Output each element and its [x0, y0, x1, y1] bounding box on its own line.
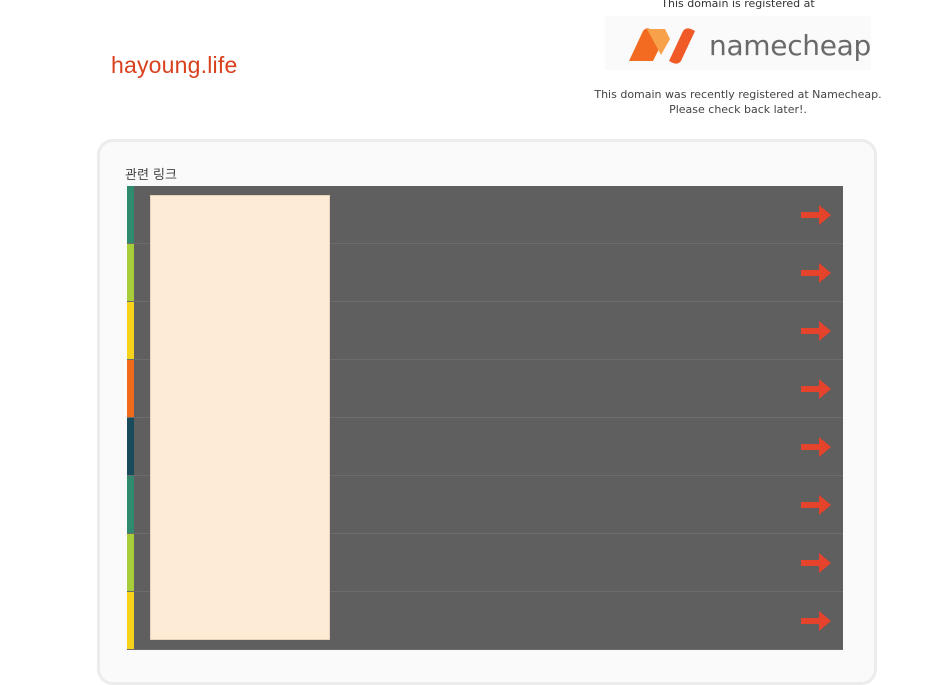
arrow-right-icon[interactable]	[799, 317, 833, 349]
link-color-stripe	[127, 418, 134, 475]
site-domain-title[interactable]: hayoung.life	[111, 52, 237, 79]
arrow-right-icon[interactable]	[799, 491, 833, 523]
link-color-stripe	[127, 476, 134, 533]
arrow-right-icon[interactable]	[799, 201, 833, 233]
related-links-panel: 관련 링크	[97, 139, 877, 685]
namecheap-n-logo-icon	[629, 28, 695, 64]
arrow-right-icon[interactable]	[799, 259, 833, 291]
link-color-stripe	[127, 302, 134, 359]
arrow-right-icon[interactable]	[799, 607, 833, 639]
namecheap-logo[interactable]: namecheap	[605, 16, 871, 70]
registrar-note: This domain was recently registered at N…	[594, 88, 882, 116]
link-color-stripe	[127, 592, 134, 649]
registered-at-text: This domain is registered at	[661, 0, 815, 10]
namecheap-wordmark: namecheap	[709, 29, 872, 62]
link-color-stripe	[127, 534, 134, 591]
ad-placeholder-box	[150, 195, 330, 640]
link-color-stripe	[127, 244, 134, 301]
link-color-stripe	[127, 360, 134, 417]
arrow-right-icon[interactable]	[799, 549, 833, 581]
arrow-right-icon[interactable]	[799, 375, 833, 407]
link-color-stripe	[127, 186, 134, 243]
registrar-block: This domain is registered at namecheap T…	[583, 0, 893, 116]
arrow-right-icon[interactable]	[799, 433, 833, 465]
related-links-title: 관련 링크	[125, 168, 177, 183]
